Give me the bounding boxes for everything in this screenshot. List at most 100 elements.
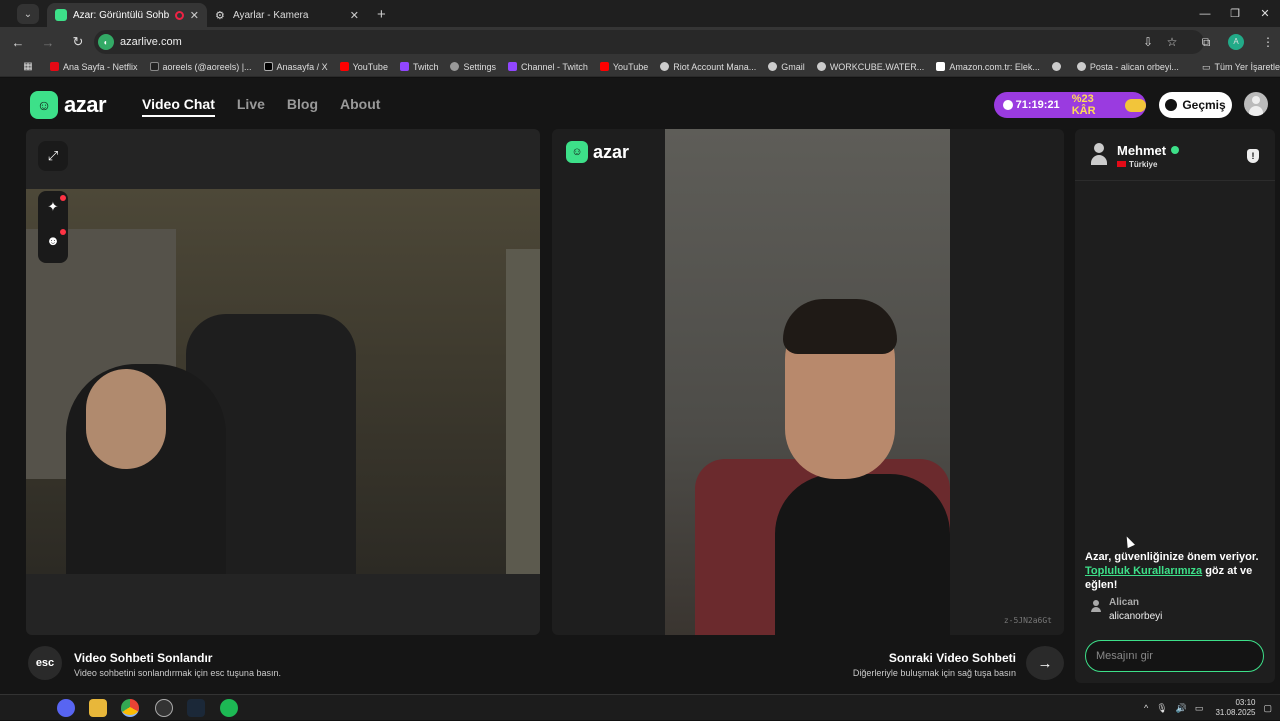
report-shield-icon[interactable]: ! bbox=[1247, 149, 1259, 163]
sticker-face-icon[interactable]: ☻ bbox=[38, 233, 68, 248]
expand-icon[interactable]: ⤢ bbox=[38, 141, 68, 171]
message-input[interactable] bbox=[1085, 640, 1264, 672]
bookmark-globe[interactable] bbox=[1051, 62, 1065, 71]
back-icon[interactable]: ← bbox=[6, 35, 30, 50]
profile-avatar[interactable]: A bbox=[1228, 34, 1244, 50]
extensions-icon[interactable]: ⧉ bbox=[1194, 35, 1218, 50]
bookmark-star-icon[interactable]: ☆ bbox=[1160, 35, 1184, 49]
peer-avatar[interactable] bbox=[1089, 143, 1109, 165]
remote-azar-logo: ☺ azar bbox=[566, 141, 629, 163]
local-video-panel: ⤢ ✦ ☻ bbox=[26, 129, 540, 635]
tab-settings-camera[interactable]: ⚙ Ayarlar - Kamera ✕ bbox=[207, 3, 367, 27]
twitch-icon bbox=[508, 62, 517, 71]
app-icon[interactable] bbox=[155, 699, 173, 717]
close-tab-icon[interactable]: ✕ bbox=[350, 9, 359, 22]
peer-header: Mehmet Türkiye ! bbox=[1075, 129, 1275, 181]
history-button[interactable]: Geçmiş bbox=[1159, 92, 1232, 118]
site-info-icon[interactable]: ◐ bbox=[98, 34, 114, 50]
bookmark-amazon[interactable]: Amazon.com.tr: Elek... bbox=[936, 62, 1040, 72]
azar-logo-icon: ☺ bbox=[30, 91, 58, 119]
netflix-icon bbox=[50, 62, 59, 71]
azar-page: ☺ azar Video Chat Live Blog About 71:19:… bbox=[0, 78, 1280, 694]
forward-icon[interactable]: → bbox=[36, 35, 60, 50]
all-bookmarks[interactable]: ▭ Tüm Yer İşaretle bbox=[1202, 57, 1280, 77]
session-watermark: z-5JN2a6Gt bbox=[1003, 616, 1052, 625]
system-tray: ^ 🎙 🔊 ▭ 03:10 31.08.2025 ▢ bbox=[1136, 695, 1272, 721]
windows-taskbar: ^ 🎙 🔊 ▭ 03:10 31.08.2025 ▢ bbox=[0, 694, 1280, 720]
promo-discount: %23 KÂR bbox=[1071, 93, 1096, 117]
chrome-icon[interactable] bbox=[121, 699, 139, 717]
next-chat-title: Sonraki Video Sohbeti bbox=[888, 651, 1016, 665]
microphone-icon[interactable]: 🎙 bbox=[1156, 703, 1167, 714]
chat-panel: Mehmet Türkiye ! Azar, güvenliğinize öne… bbox=[1075, 129, 1275, 683]
nav-video-chat[interactable]: Video Chat bbox=[142, 96, 215, 117]
azar-logo-icon: ☺ bbox=[566, 141, 588, 163]
tab-search-button[interactable]: ⌄ bbox=[17, 4, 39, 24]
bookmark-x[interactable]: Anasayfa / X bbox=[263, 62, 328, 72]
menu-icon[interactable]: ⋮ bbox=[1256, 35, 1280, 49]
user-avatar[interactable] bbox=[1244, 92, 1268, 116]
site-header: ☺ azar Video Chat Live Blog About 71:19:… bbox=[0, 78, 1280, 130]
file-explorer-icon[interactable] bbox=[89, 699, 107, 717]
youtube-icon bbox=[599, 62, 609, 71]
bookmark-gmail[interactable]: Gmail bbox=[768, 62, 805, 72]
peer-name: Mehmet bbox=[1117, 143, 1167, 158]
bookmark-twitch[interactable]: Twitch bbox=[399, 62, 438, 72]
spotify-icon[interactable] bbox=[220, 699, 238, 717]
promo-badge[interactable]: 71:19:21 %23 KÂR bbox=[994, 92, 1147, 118]
end-chat-hint: Video sohbetini sonlandırmak için esc tu… bbox=[74, 668, 281, 678]
restore-icon[interactable]: ❐ bbox=[1220, 0, 1250, 27]
tiktok-icon bbox=[149, 62, 159, 71]
address-bar[interactable]: ◐ azarlive.com bbox=[94, 30, 1204, 54]
nav-blog[interactable]: Blog bbox=[287, 96, 318, 117]
notifications-icon[interactable]: ▢ bbox=[1263, 703, 1272, 714]
apps-grid-icon[interactable]: ▦ bbox=[22, 61, 34, 72]
discord-icon[interactable] bbox=[57, 699, 75, 717]
bookmark-settings[interactable]: Settings bbox=[450, 62, 496, 72]
close-window-icon[interactable]: ✕ bbox=[1250, 0, 1280, 27]
bookmark-posta[interactable]: Posta - alican orbeyi... bbox=[1076, 62, 1179, 72]
windows-start-icon[interactable] bbox=[24, 701, 39, 716]
community-rules-link[interactable]: Topluluk Kurallarımıza bbox=[1085, 565, 1202, 577]
url-text: azarlive.com bbox=[120, 36, 182, 48]
azar-logo[interactable]: ☺ azar bbox=[30, 91, 107, 119]
bookmark-riot[interactable]: Riot Account Mana... bbox=[660, 62, 756, 72]
window-controls: — ❐ ✕ bbox=[1190, 0, 1280, 27]
end-chat-button[interactable]: esc bbox=[28, 646, 62, 680]
remote-camera-feed bbox=[665, 129, 950, 635]
tab-azar[interactable]: Azar: Görüntülü Sohbet, Arka ✕ bbox=[47, 3, 207, 27]
minimize-icon[interactable]: — bbox=[1190, 0, 1220, 27]
close-tab-icon[interactable]: ✕ bbox=[190, 9, 199, 22]
main-nav: Video Chat Live Blog About bbox=[142, 96, 402, 117]
install-app-icon[interactable]: ⇩ bbox=[1136, 35, 1160, 49]
bookmark-workcube[interactable]: WORKCUBE.WATER... bbox=[816, 62, 924, 72]
recording-icon bbox=[174, 10, 184, 20]
bookmark-youtube-2[interactable]: YouTube bbox=[599, 62, 648, 72]
bookmarks-bar: ▦ Ana Sayfa - Netflix aoreels (@aoreels)… bbox=[0, 57, 1280, 77]
nav-about[interactable]: About bbox=[340, 96, 380, 117]
toolbar-actions: ⇩ ☆ ⧉ A ⋮ bbox=[1136, 27, 1280, 57]
folder-icon: ▭ bbox=[1201, 61, 1211, 72]
bookmark-netflix[interactable]: Ana Sayfa - Netflix bbox=[50, 62, 138, 72]
sparkle-effects-icon[interactable]: ✦ bbox=[38, 199, 68, 215]
local-camera-feed bbox=[26, 189, 540, 574]
new-tab-button[interactable]: + bbox=[377, 6, 386, 23]
chevron-up-icon[interactable]: ^ bbox=[1144, 703, 1148, 713]
chat-controls: esc Video Sohbeti Sonlandır Video sohbet… bbox=[0, 640, 1070, 688]
clock[interactable]: 03:10 31.08.2025 bbox=[1215, 698, 1255, 718]
reload-icon[interactable]: ↻ bbox=[66, 34, 90, 50]
amazon-icon bbox=[936, 62, 946, 71]
steam-icon[interactable] bbox=[187, 699, 205, 717]
bookmark-tiktok[interactable]: aoreels (@aoreels) |... bbox=[149, 62, 252, 72]
bookmark-channel-twitch[interactable]: Channel - Twitch bbox=[508, 62, 588, 72]
message-text: alicanorbeyi bbox=[1109, 611, 1163, 622]
globe-icon bbox=[768, 62, 778, 71]
next-chat-button[interactable]: → bbox=[1026, 646, 1064, 680]
verified-icon bbox=[1171, 146, 1179, 154]
nav-live[interactable]: Live bbox=[237, 96, 265, 117]
bookmark-youtube[interactable]: YouTube bbox=[339, 62, 388, 72]
network-icon[interactable]: ▭ bbox=[1195, 703, 1204, 714]
youtube-icon bbox=[339, 62, 349, 71]
clock-icon bbox=[1003, 100, 1013, 110]
volume-icon[interactable]: 🔊 bbox=[1176, 703, 1187, 714]
